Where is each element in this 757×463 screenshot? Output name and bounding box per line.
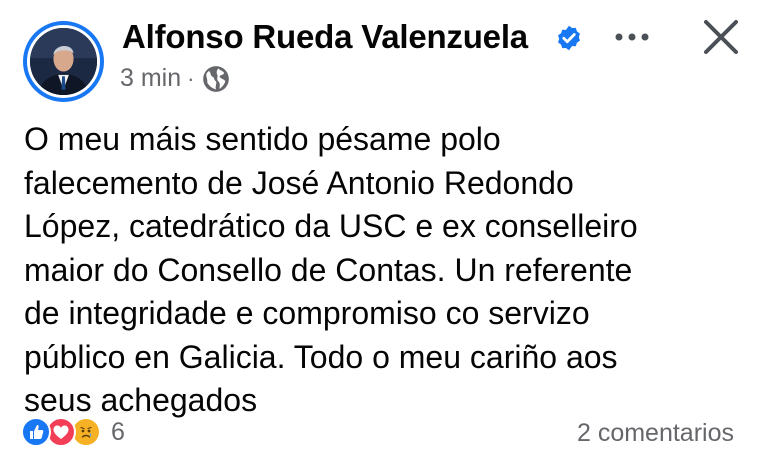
reaction-count[interactable]: 6 [111,418,125,447]
comments-count-link[interactable]: 2 comentarios [577,419,734,448]
avatar[interactable] [23,21,104,102]
author-name[interactable]: Alfonso Rueda Valenzuela [122,18,528,56]
meta-separator: · [187,65,195,91]
globe-icon[interactable] [202,65,230,93]
close-icon[interactable] [700,16,742,58]
facebook-post: Alfonso Rueda Valenzuela 3 min · O meu m… [0,0,757,463]
post-text: O meu máis sentido pésame polo falecemen… [24,121,638,418]
profile-photo [30,28,97,95]
like-icon [21,417,51,447]
more-options-icon[interactable] [612,22,652,52]
post-meta: 3 min · [120,64,230,93]
verified-badge-icon [558,25,580,51]
post-time[interactable]: 3 min [120,64,181,93]
reactions-summary[interactable]: 6 [21,417,125,447]
